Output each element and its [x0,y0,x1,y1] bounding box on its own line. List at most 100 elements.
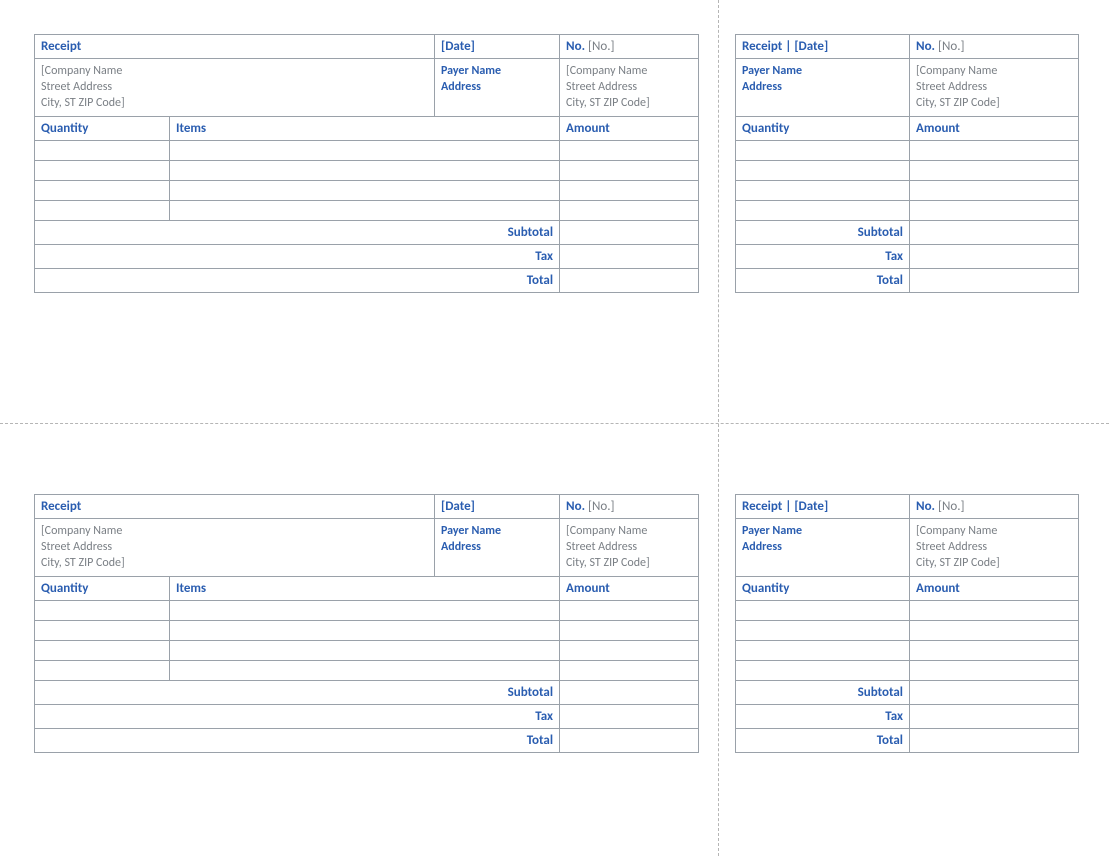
tax-value[interactable] [910,244,1079,268]
line-item-row[interactable] [736,180,1079,200]
tax-label: Tax [736,704,910,728]
line-item-row[interactable] [736,660,1079,680]
header-row: Receipt [Date] No. [No.] [35,495,699,519]
total-label: Total [736,728,910,752]
header-row: Receipt | [Date] No. [No.] [736,495,1079,519]
payer-line3: City, ST ZIP Code] [566,555,692,571]
total-row: Total [35,268,699,292]
total-value[interactable] [560,268,699,292]
number-cell: No. [No.] [910,495,1079,519]
total-value[interactable] [910,728,1079,752]
subtotal-label: Subtotal [736,680,910,704]
receipt-stub-bottom: Receipt | [Date] No. [No.] Payer Name Ad… [735,494,1078,753]
no-value: [No.] [588,39,615,54]
receipt-date-label: Receipt | [Date] [736,495,910,519]
stub-table: Receipt | [Date] No. [No.] Payer Name Ad… [735,494,1079,753]
total-row: Total [736,728,1079,752]
receipt-date-label: Receipt | [Date] [736,35,910,59]
payer-name-label: Payer Name [441,63,553,79]
line-item-row[interactable] [35,660,699,680]
payer-address: [Company Name Street Address City, ST ZI… [910,59,1079,117]
payer-line2: Street Address [916,539,1072,555]
line-item-row[interactable] [736,600,1079,620]
no-label: No. [916,499,935,514]
line-item-row[interactable] [35,600,699,620]
addresses-row: [Company Name Street Address City, ST ZI… [35,59,699,117]
payer-address-label: Address [742,539,903,555]
subtotal-label: Subtotal [35,220,560,244]
line-item-row[interactable] [736,200,1079,220]
column-headers-row: Quantity Items Amount [35,576,699,600]
column-headers-row: Quantity Amount [736,576,1079,600]
company-line1: [Company Name [41,523,428,539]
items-header: Items [170,576,560,600]
payer-label-cell: Payer Name Address [736,519,910,577]
tax-label: Tax [35,244,560,268]
line-item-row[interactable] [736,160,1079,180]
no-label: No. [566,499,585,514]
line-item-row[interactable] [736,620,1079,640]
tax-row: Tax [736,244,1079,268]
payer-address: [Company Name Street Address City, ST ZI… [910,519,1079,577]
subtotal-value[interactable] [560,220,699,244]
subtotal-value[interactable] [910,680,1079,704]
total-label: Total [35,268,560,292]
subtotal-row: Subtotal [736,220,1079,244]
stub-table: Receipt | [Date] No. [No.] Payer Name Ad… [735,34,1079,293]
payer-line2: Street Address [566,79,692,95]
payer-address-label: Address [441,539,553,555]
receipt-template-page: Receipt [Date] No. [No.] [Company Name S… [0,0,1109,856]
total-label: Total [35,728,560,752]
receipt-stub-top: Receipt | [Date] No. [No.] Payer Name Ad… [735,34,1078,293]
payer-name-label: Payer Name [742,523,903,539]
subtotal-row: Subtotal [736,680,1079,704]
total-row: Total [736,268,1079,292]
amount-header: Amount [560,116,699,140]
line-item-row[interactable] [35,620,699,640]
number-cell: No. [No.] [910,35,1079,59]
payer-name-label: Payer Name [742,63,903,79]
subtotal-label: Subtotal [736,220,910,244]
number-cell: No. [No.] [560,495,699,519]
addresses-row: Payer Name Address [Company Name Street … [736,519,1079,577]
vertical-cut-line [718,0,719,856]
payer-address: [Company Name Street Address City, ST ZI… [560,519,699,577]
company-line3: City, ST ZIP Code] [41,95,428,111]
receipt-table: Receipt [Date] No. [No.] [Company Name S… [34,494,699,753]
payer-address: [Company Name Street Address City, ST ZI… [560,59,699,117]
tax-row: Tax [35,244,699,268]
tax-value[interactable] [910,704,1079,728]
line-item-row[interactable] [35,160,699,180]
total-label: Total [736,268,910,292]
line-item-row[interactable] [35,140,699,160]
amount-header: Amount [560,576,699,600]
line-item-row[interactable] [736,640,1079,660]
amount-header: Amount [910,576,1079,600]
addresses-row: [Company Name Street Address City, ST ZI… [35,519,699,577]
subtotal-value[interactable] [910,220,1079,244]
company-line1: [Company Name [41,63,428,79]
amount-header: Amount [910,116,1079,140]
line-item-row[interactable] [35,640,699,660]
tax-value[interactable] [560,704,699,728]
total-value[interactable] [560,728,699,752]
line-item-row[interactable] [35,180,699,200]
payer-label-cell: Payer Name Address [435,59,560,117]
receipt-table: Receipt [Date] No. [No.] [Company Name S… [34,34,699,293]
line-item-row[interactable] [35,200,699,220]
payer-line1: [Company Name [916,523,1072,539]
tax-label: Tax [736,244,910,268]
tax-value[interactable] [560,244,699,268]
payer-line1: [Company Name [566,523,692,539]
header-row: Receipt | [Date] No. [No.] [736,35,1079,59]
payer-address-label: Address [441,79,553,95]
no-value: [No.] [938,39,965,54]
receipt-main-top: Receipt [Date] No. [No.] [Company Name S… [34,34,698,293]
line-item-row[interactable] [736,140,1079,160]
payer-line1: [Company Name [566,63,692,79]
total-value[interactable] [910,268,1079,292]
payer-line3: City, ST ZIP Code] [916,555,1072,571]
subtotal-value[interactable] [560,680,699,704]
tax-row: Tax [35,704,699,728]
payer-address-label: Address [742,79,903,95]
